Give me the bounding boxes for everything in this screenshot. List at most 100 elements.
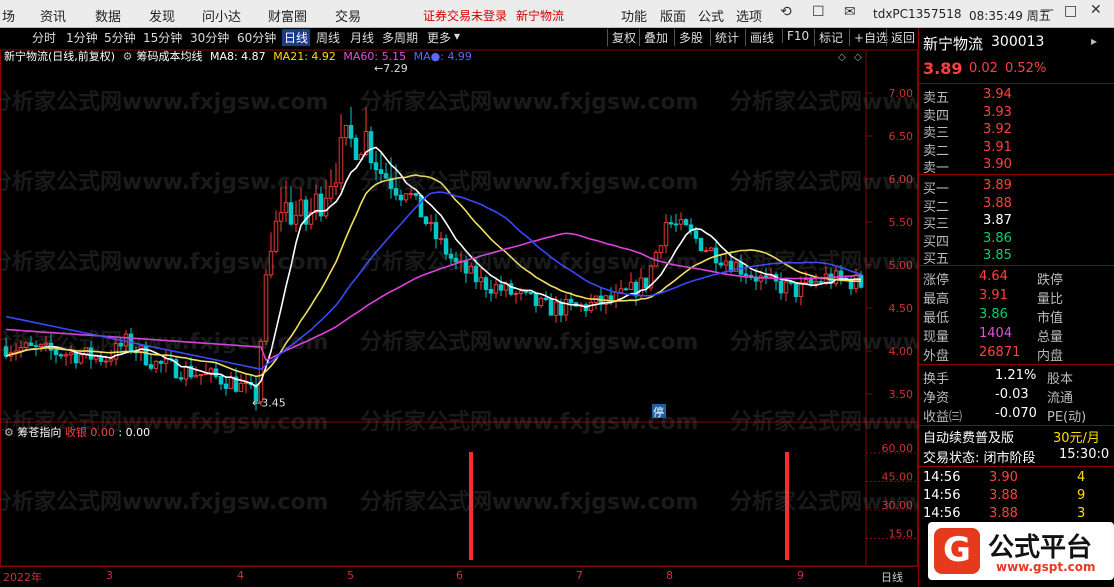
candle-body[interactable] bbox=[783, 281, 789, 294]
menu-item-wealth[interactable]: 财富圈 bbox=[268, 6, 307, 25]
candle-body[interactable] bbox=[123, 333, 129, 347]
candle-body[interactable] bbox=[703, 250, 709, 253]
candle-body[interactable] bbox=[343, 125, 349, 139]
candle-body[interactable] bbox=[798, 282, 804, 298]
candle-body[interactable] bbox=[338, 137, 344, 184]
candle-body[interactable] bbox=[568, 298, 574, 304]
candle-body[interactable] bbox=[263, 274, 269, 342]
btn-multi-stock[interactable]: 多股 bbox=[674, 29, 703, 46]
ask-price[interactable]: 3.93 bbox=[983, 105, 1012, 120]
ask-price[interactable]: 3.94 bbox=[983, 87, 1012, 102]
ask-price[interactable]: 3.92 bbox=[983, 122, 1012, 137]
candle-body[interactable] bbox=[473, 265, 479, 283]
candle-body[interactable] bbox=[423, 216, 429, 225]
candle-body[interactable] bbox=[418, 195, 424, 218]
candle-body[interactable] bbox=[298, 199, 304, 216]
candle-body[interactable] bbox=[118, 342, 124, 347]
tab-1min[interactable]: 1分钟 bbox=[66, 29, 98, 46]
candle-body[interactable] bbox=[93, 356, 99, 360]
candle-body[interactable] bbox=[668, 222, 674, 225]
date-tab-daily[interactable]: 日线 bbox=[881, 569, 903, 585]
candle-body[interactable] bbox=[763, 275, 769, 278]
bid-price[interactable]: 3.89 bbox=[983, 178, 1012, 193]
tab-more[interactable]: 更多 bbox=[427, 29, 451, 46]
bid-price[interactable]: 3.87 bbox=[983, 213, 1012, 228]
candle-body[interactable] bbox=[658, 245, 664, 253]
candle-body[interactable] bbox=[793, 282, 799, 298]
candle-body[interactable] bbox=[68, 352, 74, 356]
bid-price[interactable]: 3.85 bbox=[983, 248, 1012, 263]
candle-body[interactable] bbox=[433, 222, 439, 240]
btn-draw[interactable]: 画线 bbox=[745, 29, 774, 46]
candle-body[interactable] bbox=[273, 220, 279, 252]
candle-body[interactable] bbox=[373, 162, 379, 171]
refresh-icon[interactable]: ⟲ bbox=[780, 4, 792, 20]
tab-multi-period[interactable]: 多周期 bbox=[382, 29, 418, 46]
candle-body[interactable] bbox=[78, 354, 84, 364]
candle-body[interactable] bbox=[3, 346, 9, 357]
candle-body[interactable] bbox=[23, 342, 29, 349]
candle-body[interactable] bbox=[818, 281, 824, 283]
candle-body[interactable] bbox=[153, 360, 159, 369]
promo-label[interactable]: 自动续费普及版 bbox=[923, 427, 1014, 446]
tab-30min[interactable]: 30分钟 bbox=[190, 29, 229, 46]
candle-body[interactable] bbox=[268, 250, 274, 276]
candle-body[interactable] bbox=[483, 277, 489, 290]
tab-intraday[interactable]: 分时 bbox=[32, 29, 56, 46]
menu-formula[interactable]: 公式 bbox=[698, 6, 724, 25]
candle-body[interactable] bbox=[718, 262, 724, 266]
candle-body[interactable] bbox=[618, 288, 624, 293]
btn-stats[interactable]: 统计 bbox=[710, 29, 739, 46]
candle-body[interactable] bbox=[438, 238, 444, 241]
candle-body[interactable] bbox=[723, 260, 729, 266]
candle-body[interactable] bbox=[478, 277, 484, 283]
candle-body[interactable] bbox=[88, 347, 94, 360]
menu-layout[interactable]: 版面 bbox=[660, 6, 686, 25]
menu-item-news[interactable]: 资讯 bbox=[40, 6, 66, 25]
candle-body[interactable] bbox=[813, 281, 819, 284]
candle-body[interactable] bbox=[163, 358, 169, 364]
candle-body[interactable] bbox=[613, 292, 619, 301]
chat-icon[interactable]: ☐ bbox=[812, 4, 825, 20]
tab-5min[interactable]: 5分钟 bbox=[104, 29, 136, 46]
btn-mark[interactable]: 标记 bbox=[814, 29, 843, 46]
candle-body[interactable] bbox=[328, 186, 334, 199]
candle-body[interactable] bbox=[33, 345, 39, 348]
candle-body[interactable] bbox=[58, 354, 64, 357]
candle-body[interactable] bbox=[443, 238, 449, 255]
candle-body[interactable] bbox=[318, 193, 324, 217]
candle-body[interactable] bbox=[778, 280, 784, 294]
candle-body[interactable] bbox=[628, 281, 634, 290]
promo-price[interactable]: 30元/月 bbox=[1053, 427, 1100, 446]
indicator-name[interactable]: 筹码成本均线 bbox=[136, 50, 202, 63]
tab-monthly[interactable]: 月线 bbox=[350, 29, 374, 46]
btn-add-favorite[interactable]: +自选 bbox=[849, 29, 888, 46]
menu-item-ask[interactable]: 问小达 bbox=[202, 6, 241, 25]
candle-body[interactable] bbox=[468, 265, 474, 274]
stock-link[interactable]: 新宁物流 bbox=[516, 7, 564, 24]
candle-body[interactable] bbox=[608, 295, 614, 301]
candle-body[interactable] bbox=[383, 173, 389, 179]
indicator-gear-icon[interactable]: ⚙ bbox=[123, 50, 133, 63]
candle-body[interactable] bbox=[43, 342, 49, 346]
candle-body[interactable] bbox=[453, 257, 459, 263]
candle-body[interactable] bbox=[408, 192, 414, 195]
candle-body[interactable] bbox=[563, 298, 569, 316]
tab-60min[interactable]: 60分钟 bbox=[237, 29, 276, 46]
indicator-title[interactable]: 筹苍指向 bbox=[17, 426, 61, 439]
candle-body[interactable] bbox=[678, 219, 684, 225]
candle-body[interactable] bbox=[538, 297, 544, 307]
candle-body[interactable] bbox=[743, 273, 749, 276]
candle-body[interactable] bbox=[708, 247, 714, 252]
candle-body[interactable] bbox=[103, 360, 109, 363]
candle-body[interactable] bbox=[693, 230, 699, 239]
candle-body[interactable] bbox=[198, 373, 204, 376]
candle-body[interactable] bbox=[623, 288, 629, 291]
menu-item-data[interactable]: 数据 bbox=[95, 6, 121, 25]
candle-body[interactable] bbox=[558, 301, 564, 316]
candle-body[interactable] bbox=[353, 137, 359, 161]
candle-body[interactable] bbox=[403, 193, 409, 201]
candle-body[interactable] bbox=[683, 219, 689, 226]
candle-body[interactable] bbox=[803, 279, 809, 284]
candle-body[interactable] bbox=[808, 279, 814, 284]
